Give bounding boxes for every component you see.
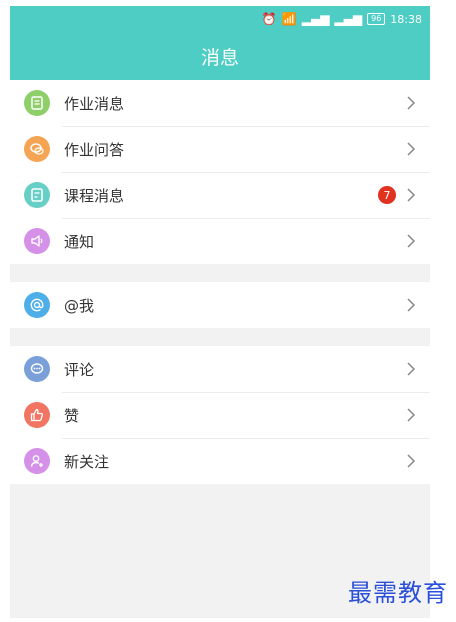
list-item-comments[interactable]: 评论 (10, 346, 430, 392)
battery-icon: 96 (367, 13, 386, 25)
list-item-label: 课程消息 (64, 186, 125, 205)
navigation-bar: 消息 (10, 32, 430, 80)
message-group-social: 评论 赞 新关注 (10, 346, 430, 484)
chevron-right-icon (407, 408, 416, 422)
at-icon (24, 292, 50, 318)
speaker-icon (24, 228, 50, 254)
wifi-icon: 📶 (281, 12, 297, 26)
status-time: 18:38 (390, 12, 422, 26)
chevron-right-icon (407, 362, 416, 376)
page-title: 消息 (200, 46, 239, 69)
chevron-right-icon (407, 298, 416, 312)
list-item-label: @我 (64, 296, 95, 315)
list-item-homework-qa[interactable]: 作业问答 (10, 126, 430, 172)
list-item-label: 作业问答 (64, 140, 125, 159)
signal-icon: ▂▄▆ (334, 12, 363, 26)
status-bar: ⏰ 📶 ▂▄▆ ▂▄▆ 96 18:38 (10, 6, 430, 32)
chevron-right-icon (407, 234, 416, 248)
chevron-right-icon (407, 454, 416, 468)
unread-badge: 7 (378, 186, 396, 204)
watermark: 最需教育 (348, 579, 448, 607)
homework-icon (24, 90, 50, 116)
list-item-mentions[interactable]: @我 (10, 282, 430, 328)
list-item-label: 通知 (64, 232, 95, 251)
phone-screen: ⏰ 📶 ▂▄▆ ▂▄▆ 96 18:38 消息 作业消息 作业问答 课程消息 7… (10, 6, 430, 618)
list-item-homework-messages[interactable]: 作业消息 (10, 80, 430, 126)
list-item-label: 新关注 (64, 452, 110, 471)
comment-icon (24, 356, 50, 382)
list-item-label: 作业消息 (64, 94, 125, 113)
list-item-course-messages[interactable]: 课程消息 7 (10, 172, 430, 218)
chevron-right-icon (407, 188, 416, 202)
message-group-mentions: @我 (10, 282, 430, 328)
chat-bubble-icon (24, 136, 50, 162)
chevron-right-icon (407, 96, 416, 110)
course-icon (24, 182, 50, 208)
list-item-new-followers[interactable]: 新关注 (10, 438, 430, 484)
list-item-label: 评论 (64, 360, 95, 379)
signal-icon: ▂▄▆ (301, 12, 330, 26)
add-user-icon (24, 448, 50, 474)
list-item-label: 赞 (64, 406, 80, 425)
list-item-notifications[interactable]: 通知 (10, 218, 430, 264)
list-item-likes[interactable]: 赞 (10, 392, 430, 438)
alarm-icon: ⏰ (261, 12, 277, 26)
chevron-right-icon (407, 142, 416, 156)
message-group-main: 作业消息 作业问答 课程消息 7 通知 (10, 80, 430, 264)
thumbs-up-icon (24, 402, 50, 428)
